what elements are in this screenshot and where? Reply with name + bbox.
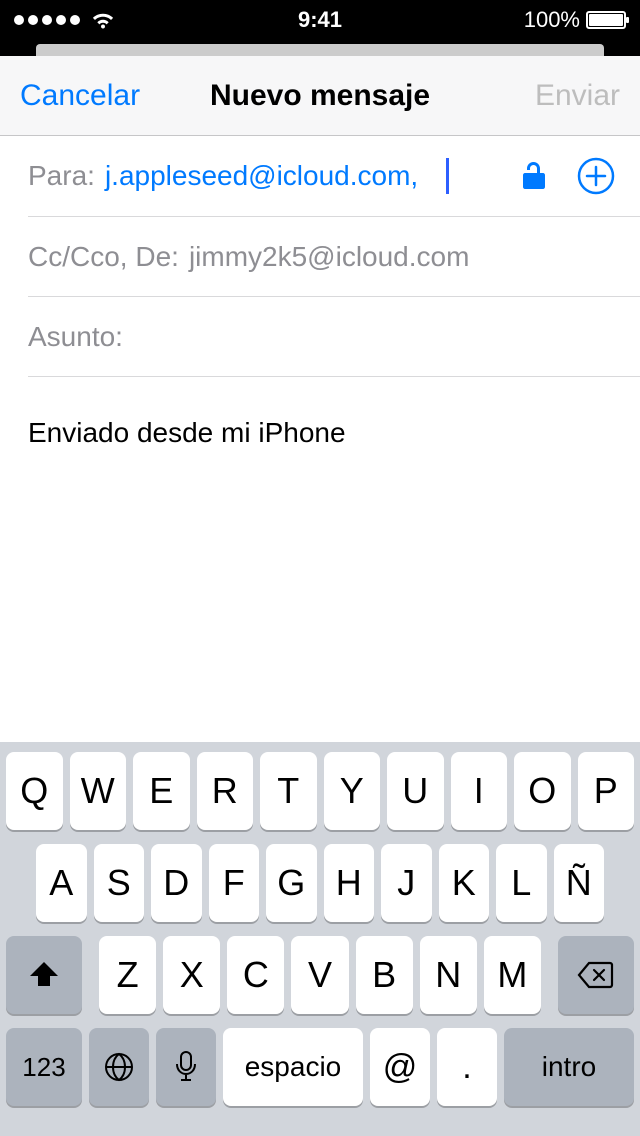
key-f[interactable]: F (209, 844, 260, 922)
to-value: j.appleseed@icloud.com, (105, 160, 418, 192)
cc-row[interactable]: Cc/Cco, De: jimmy2k5@icloud.com (28, 217, 640, 297)
status-bar: 9:41 100% (0, 0, 640, 40)
key-d[interactable]: D (151, 844, 202, 922)
subject-row[interactable]: Asunto: (28, 297, 640, 377)
key-row-2: ASDFGHJKLÑ (6, 844, 634, 922)
key-v[interactable]: V (291, 936, 348, 1014)
dictation-key[interactable] (156, 1028, 216, 1106)
key-row-4: 123 espacio @ . intro (6, 1028, 634, 1106)
key-a[interactable]: A (36, 844, 87, 922)
keyboard: QWERTYUIOP ASDFGHJKLÑ ZXCVBNM 123 espaci… (0, 742, 640, 1136)
key-p[interactable]: P (578, 752, 635, 830)
key-row-1: QWERTYUIOP (6, 752, 634, 830)
key-n[interactable]: N (420, 936, 477, 1014)
backspace-key[interactable] (558, 936, 634, 1014)
key-ñ[interactable]: Ñ (554, 844, 605, 922)
numeric-key[interactable]: 123 (6, 1028, 82, 1106)
shift-key[interactable] (6, 936, 82, 1014)
key-r[interactable]: R (197, 752, 254, 830)
key-y[interactable]: Y (324, 752, 381, 830)
dot-key[interactable]: . (437, 1028, 497, 1106)
key-u[interactable]: U (387, 752, 444, 830)
globe-key[interactable] (89, 1028, 149, 1106)
signature-text: Enviado desde mi iPhone (28, 417, 612, 449)
key-t[interactable]: T (260, 752, 317, 830)
email-body[interactable]: Enviado desde mi iPhone (0, 377, 640, 577)
key-x[interactable]: X (163, 936, 220, 1014)
key-b[interactable]: B (356, 936, 413, 1014)
key-j[interactable]: J (381, 844, 432, 922)
cc-value: jimmy2k5@icloud.com (189, 241, 470, 273)
at-key[interactable]: @ (370, 1028, 430, 1106)
key-row-3: ZXCVBNM (6, 936, 634, 1014)
unlock-icon[interactable] (512, 154, 556, 198)
add-contact-button[interactable] (574, 154, 618, 198)
cc-label: Cc/Cco, De: (28, 241, 179, 273)
key-o[interactable]: O (514, 752, 571, 830)
enter-key[interactable]: intro (504, 1028, 634, 1106)
to-row[interactable]: Para: j.appleseed@icloud.com, (28, 136, 640, 217)
key-m[interactable]: M (484, 936, 541, 1014)
compose-fields: Para: j.appleseed@icloud.com, Cc/Cco, De… (0, 136, 640, 377)
key-q[interactable]: Q (6, 752, 63, 830)
subject-label: Asunto: (28, 321, 123, 353)
key-s[interactable]: S (94, 844, 145, 922)
key-h[interactable]: H (324, 844, 375, 922)
key-w[interactable]: W (70, 752, 127, 830)
battery-percent: 100% (524, 7, 580, 33)
nav-bar: Cancelar Nuevo mensaje Enviar (0, 56, 640, 136)
key-g[interactable]: G (266, 844, 317, 922)
key-l[interactable]: L (496, 844, 547, 922)
key-z[interactable]: Z (99, 936, 156, 1014)
key-e[interactable]: E (133, 752, 190, 830)
key-i[interactable]: I (451, 752, 508, 830)
to-label: Para: (28, 160, 95, 192)
space-key[interactable]: espacio (223, 1028, 363, 1106)
key-c[interactable]: C (227, 936, 284, 1014)
text-cursor (446, 158, 449, 194)
key-k[interactable]: K (439, 844, 490, 922)
send-button[interactable]: Enviar (535, 79, 620, 113)
battery-icon (586, 11, 626, 29)
cancel-button[interactable]: Cancelar (20, 79, 140, 113)
status-right: 100% (524, 7, 626, 33)
sheet-backdrop (0, 40, 640, 56)
